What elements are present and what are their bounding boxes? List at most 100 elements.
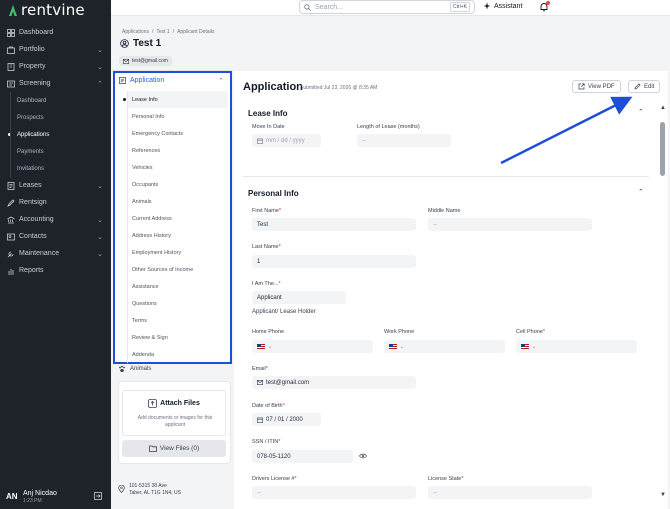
user-profile[interactable]: AN Anj Nicdao 1:23 PM: [0, 484, 111, 509]
nav-assistance[interactable]: Assistance: [128, 278, 228, 295]
sidebar-item-leases[interactable]: Leases ⌄: [0, 177, 111, 194]
scroll-up-arrow[interactable]: ▲: [660, 105, 666, 111]
view-files-button[interactable]: View Files (0): [122, 440, 226, 457]
sidebar-item-screening[interactable]: Screening ⌃: [0, 75, 111, 92]
sidebar-item-maintenance[interactable]: Maintenance ⌄: [0, 245, 111, 262]
rentvine-logo-icon: [9, 5, 17, 16]
sidebar-item-contacts[interactable]: Contacts ⌄: [0, 228, 111, 245]
work-phone-field[interactable]: ⌄: [384, 340, 505, 353]
accounting-icon: [6, 215, 15, 224]
sidebar-item-property[interactable]: Property ⌄: [0, 58, 111, 75]
property-address: 101-5315 38 Ave Taber, AL T1G 1N4, US: [118, 483, 181, 497]
nav-terms[interactable]: Terms: [128, 312, 228, 329]
nav-vehicles[interactable]: Vehicles: [128, 159, 228, 176]
property-icon: [6, 62, 15, 71]
screening-icon: [6, 79, 15, 88]
chevron-down-icon: ⌄: [400, 343, 405, 350]
breadcrumb-applicant[interactable]: Test 1: [156, 29, 169, 35]
move-in-date-field[interactable]: mm / dd / yyyy: [252, 134, 321, 147]
license-state-label-text: License State: [428, 476, 462, 482]
nav-animals[interactable]: Animals: [128, 193, 228, 210]
home-phone-field[interactable]: ⌄: [252, 340, 373, 353]
paw-icon: [119, 365, 125, 372]
sidebar-subitem-invitations[interactable]: Invitations: [0, 160, 111, 177]
i-am-field[interactable]: Applicant: [252, 291, 346, 304]
sidebar-item-label: Dashboard: [19, 29, 54, 36]
cell-phone-field[interactable]: ⌄: [516, 340, 637, 353]
breadcrumb-applications[interactable]: Applications: [122, 29, 149, 35]
sidebar-item-label: Accounting: [19, 216, 54, 223]
email-badge[interactable]: test@gmail.com: [119, 56, 172, 66]
view-pdf-button[interactable]: View PDF: [572, 80, 621, 93]
edit-button[interactable]: Edit: [628, 80, 661, 93]
sidebar-item-rentsign[interactable]: Rentsign: [0, 194, 111, 211]
assistant-label: Assistant: [494, 2, 523, 10]
sidebar-subitem-payments[interactable]: Payments: [0, 143, 111, 160]
sparkle-icon: [483, 2, 491, 10]
license-field[interactable]: --: [252, 486, 416, 499]
nav-emergency-contacts[interactable]: Emergency Contacts: [128, 125, 228, 142]
sidebar-item-reports[interactable]: Reports: [0, 262, 111, 279]
search-input[interactable]: Search... Ctrl+K: [299, 0, 475, 14]
sidebar-item-dashboard[interactable]: Dashboard: [0, 24, 111, 41]
nav-personal-info[interactable]: Personal Info: [128, 108, 228, 125]
breadcrumb-separator: /: [172, 29, 175, 35]
chevron-up-icon[interactable]: ⌃: [638, 188, 644, 196]
avatar: AN: [6, 492, 18, 501]
lease-info-title: Lease Info: [248, 109, 288, 118]
nav-occupants[interactable]: Occupants: [128, 176, 228, 193]
animals-section[interactable]: Animals: [118, 365, 151, 373]
animals-label: Animals: [130, 366, 152, 372]
dashboard-icon: [6, 28, 15, 37]
sidebar-item-accounting[interactable]: Accounting ⌄: [0, 211, 111, 228]
scroll-down-arrow[interactable]: ▼: [660, 492, 666, 498]
chevron-down-icon: ⌄: [97, 64, 103, 71]
brand-logo[interactable]: rentvine: [8, 0, 85, 20]
sidebar-subitem-dashboard[interactable]: Dashboard: [0, 92, 111, 109]
ssn-label-text: SSN / ITIN: [252, 439, 279, 445]
nav-employment-history[interactable]: Employment History: [128, 244, 228, 261]
lease-length-field[interactable]: --: [357, 134, 451, 147]
sidebar-item-portfolio[interactable]: Portfolio ⌄: [0, 41, 111, 58]
nav-other-income[interactable]: Other Sources of Income: [128, 261, 228, 278]
attach-title-text: Attach Files: [160, 400, 200, 407]
address-line-1: 101-5315 38 Ave: [129, 483, 167, 489]
nav-review-sign[interactable]: Review & Sign: [128, 329, 228, 346]
folder-icon: [148, 445, 157, 452]
first-name-field[interactable]: Test: [252, 218, 416, 231]
chevron-down-icon: ⌄: [97, 251, 103, 258]
application-nav-header[interactable]: Application ⌃: [115, 73, 230, 88]
nav-lease-info[interactable]: Lease Info: [123, 91, 228, 108]
address-line-2: Taber, AL T1G 1N4, US: [129, 490, 181, 496]
sidebar-subitem-applications[interactable]: Applications: [0, 126, 111, 143]
assistant-button[interactable]: Assistant: [483, 2, 522, 10]
middle-name-field[interactable]: --: [428, 218, 592, 231]
nav-address-history[interactable]: Address History: [128, 227, 228, 244]
home-phone-label: Home Phone: [252, 329, 285, 335]
sidebar-item-label: Screening: [19, 80, 51, 87]
contacts-icon: [6, 232, 15, 241]
nav-references[interactable]: References: [128, 142, 228, 159]
us-flag-icon: [257, 344, 265, 349]
license-state-field[interactable]: --: [428, 486, 592, 499]
chevron-up-icon[interactable]: ⌃: [638, 108, 644, 116]
nav-addenda[interactable]: Addenda: [128, 346, 228, 363]
email-field[interactable]: test@gmail.com: [252, 376, 416, 389]
last-name-label-text: Last Name: [252, 244, 279, 250]
attach-dropzone[interactable]: Attach Files Add documents or images for…: [122, 390, 226, 436]
eye-icon[interactable]: [359, 453, 367, 459]
last-name-field[interactable]: 1: [252, 255, 416, 268]
nav-current-address[interactable]: Current Address: [128, 210, 228, 227]
first-name-label: First Name*: [252, 208, 282, 214]
logout-icon[interactable]: [94, 492, 102, 500]
breadcrumb: Applications / Test 1 / Applicant Detail…: [122, 29, 214, 35]
user-circle-icon: [120, 39, 129, 48]
section-divider: [243, 176, 649, 177]
dob-field[interactable]: 07 / 01 / 2000: [252, 413, 321, 426]
sidebar-subitem-prospects[interactable]: Prospects: [0, 109, 111, 126]
nav-questions[interactable]: Questions: [128, 295, 228, 312]
chevron-down-icon: ⌄: [97, 234, 103, 241]
scrollbar-thumb[interactable]: [660, 122, 665, 176]
ssn-field[interactable]: 078-05-1120: [252, 450, 353, 463]
breadcrumb-current: Applicant Details: [177, 29, 215, 35]
